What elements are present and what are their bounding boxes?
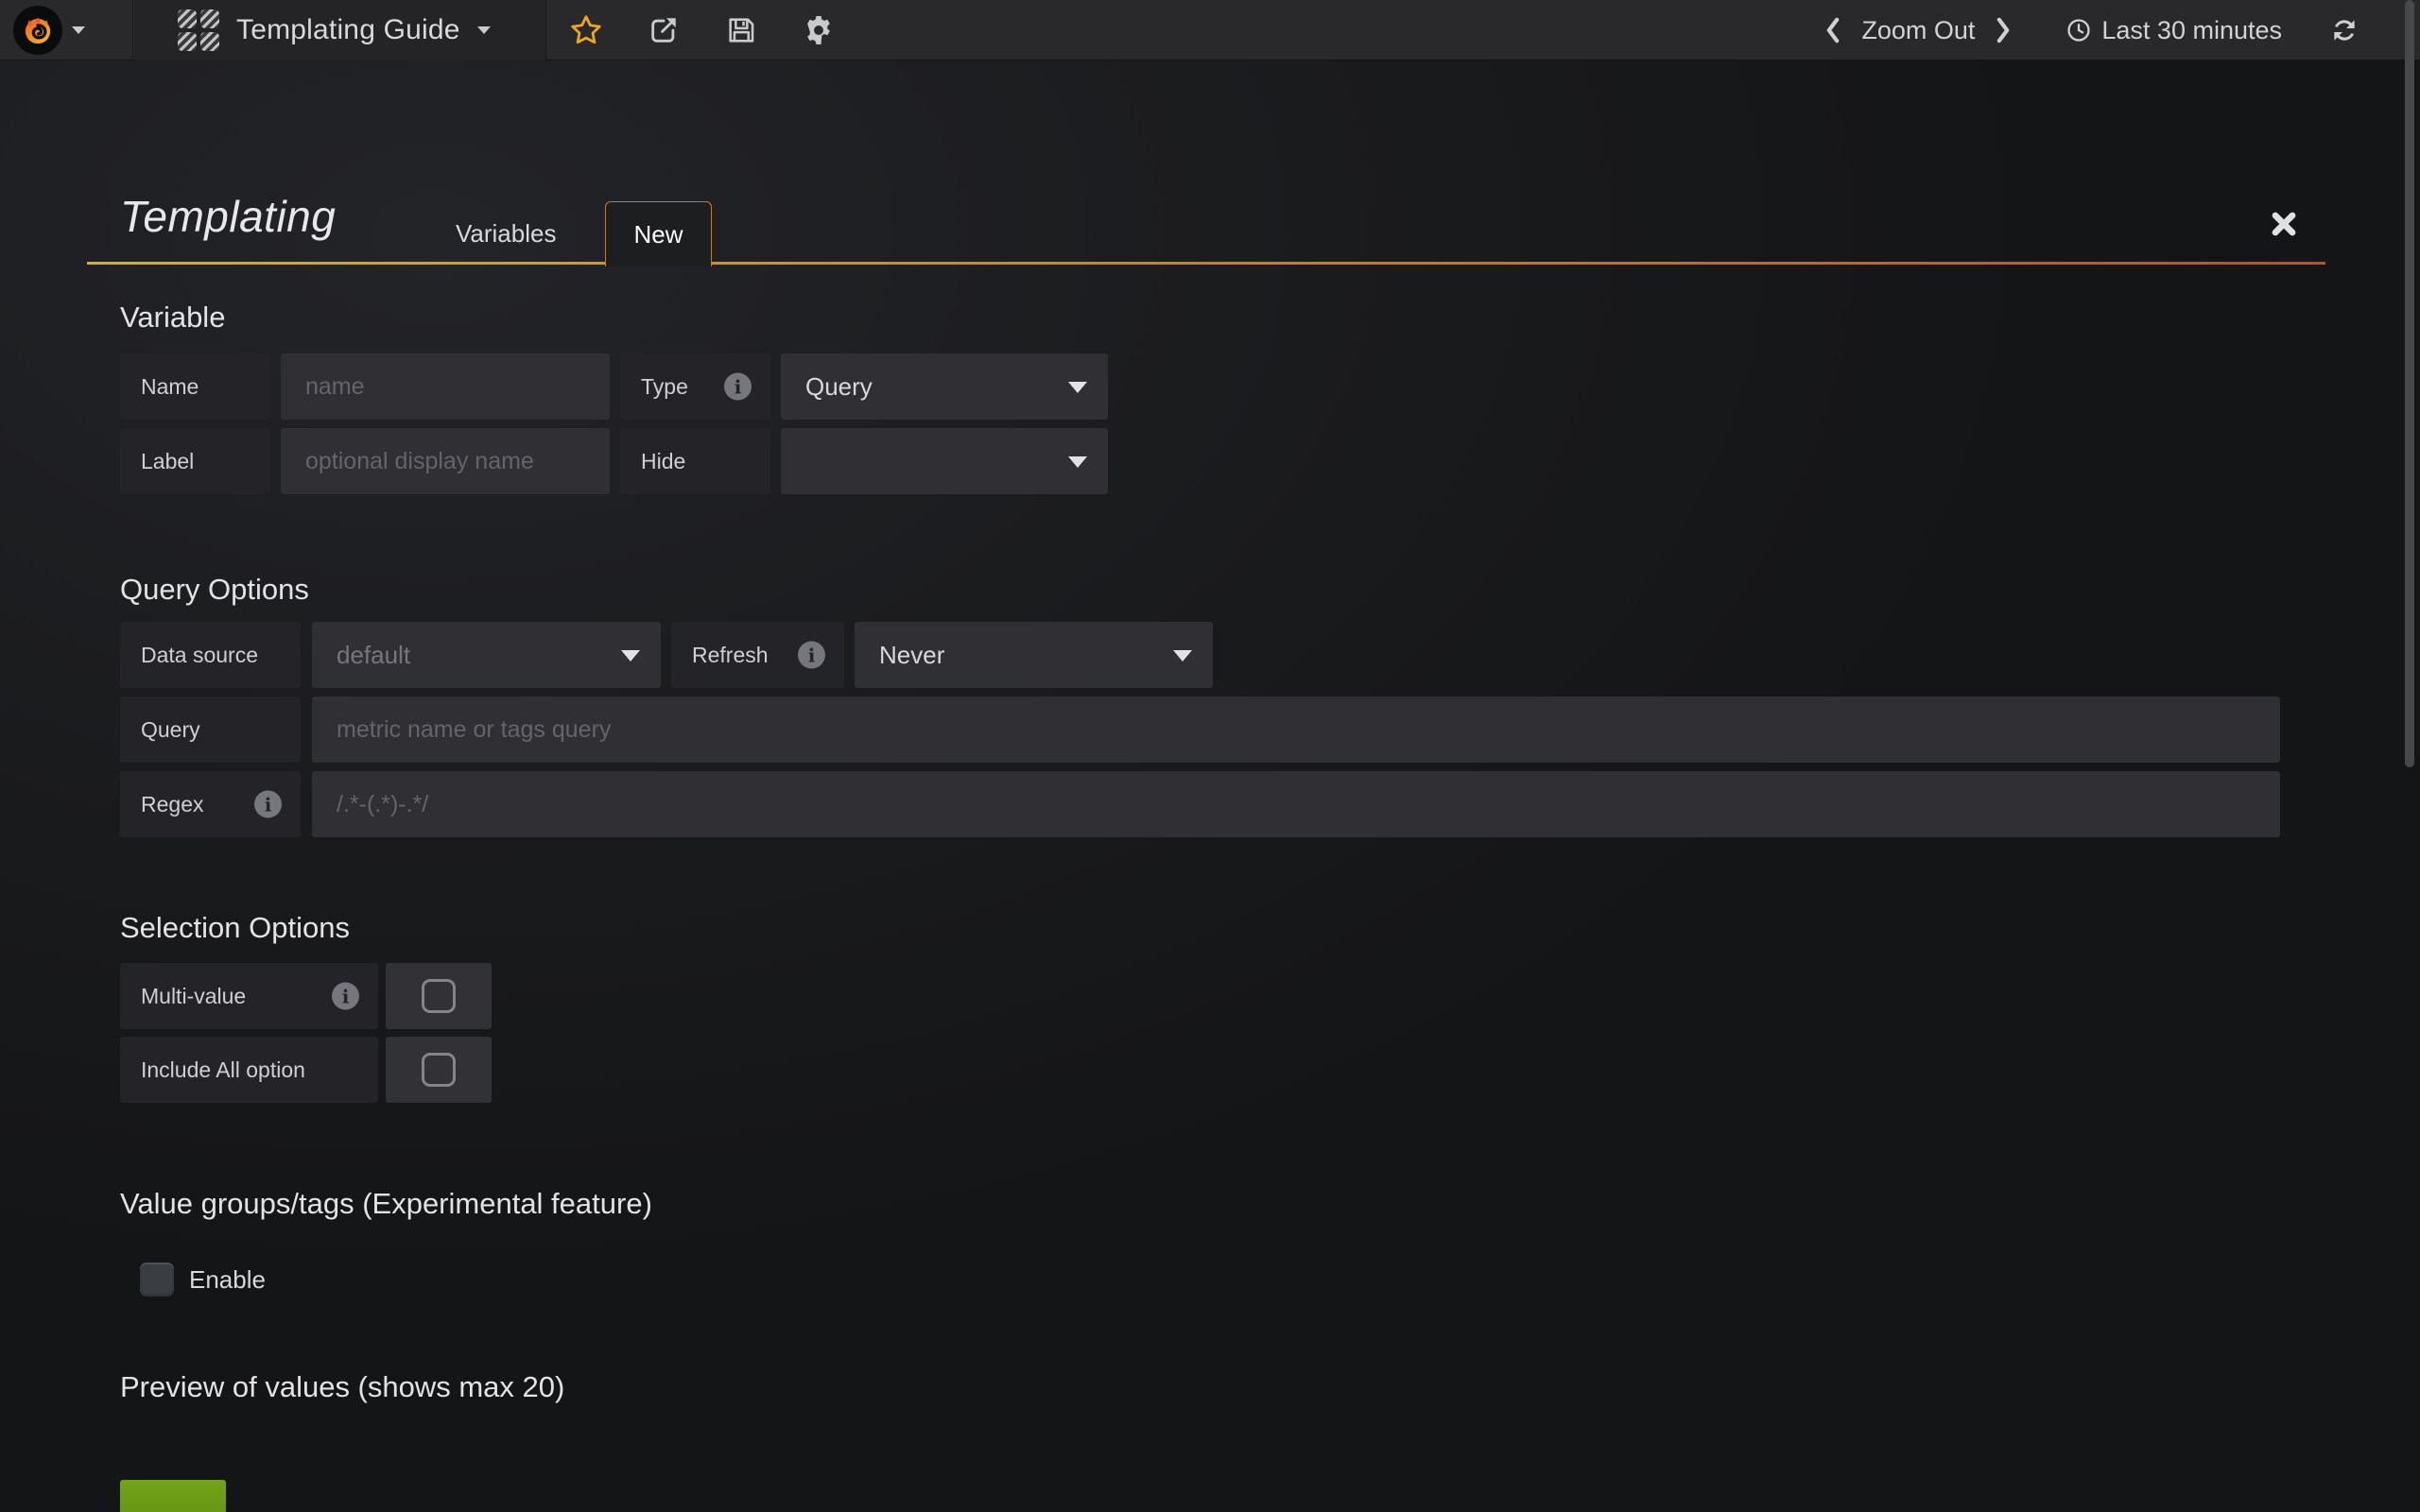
regex-label: Regex i <box>120 771 301 837</box>
refresh-icon <box>2329 15 2360 45</box>
time-forward-button[interactable] <box>1982 8 2024 53</box>
name-input[interactable] <box>281 353 610 420</box>
grafana-menu-button[interactable] <box>0 0 133 60</box>
time-range-label: Last 30 minutes <box>2101 16 2282 45</box>
close-icon <box>2270 210 2298 238</box>
dashboard-actions <box>547 0 857 60</box>
selection-options-heading: Selection Options <box>120 909 350 947</box>
time-range-button[interactable]: Last 30 minutes <box>2066 16 2282 45</box>
time-controls: Zoom Out Last 30 minutes <box>1812 0 2360 60</box>
caret-down-icon <box>1068 456 1087 468</box>
multi-value-label: Multi-value i <box>120 963 378 1029</box>
name-label: Name <box>120 353 270 420</box>
type-select[interactable]: Query <box>781 353 1108 420</box>
zoom-out-button[interactable]: Zoom Out <box>1861 16 1975 45</box>
caret-down-icon <box>621 650 640 662</box>
templating-settings-view: Templating Variables New Variable Name T… <box>0 60 2420 1512</box>
dashboard-grid-icon <box>178 9 219 51</box>
grafana-logo <box>13 6 62 55</box>
refresh-button[interactable] <box>2329 15 2360 45</box>
star-button[interactable] <box>547 0 625 60</box>
settings-button[interactable] <box>780 0 857 60</box>
datasource-label: Data source <box>120 622 301 688</box>
refresh-select[interactable]: Never <box>855 622 1213 688</box>
dashboard-title-button[interactable]: Templating Guide <box>134 0 546 60</box>
datasource-select[interactable]: default <box>312 622 661 688</box>
save-icon <box>725 14 757 46</box>
tab-new[interactable]: New <box>605 201 712 266</box>
query-options-heading: Query Options <box>120 571 309 609</box>
type-info-icon[interactable]: i <box>724 373 752 401</box>
grafana-app: Templating Guide <box>0 0 2420 1512</box>
multi-value-checkbox-container <box>386 963 492 1029</box>
gear-icon <box>802 13 836 47</box>
value-groups-heading: Value groups/tags (Experimental feature) <box>120 1185 652 1223</box>
tabs-underline <box>87 262 2325 265</box>
share-button[interactable] <box>625 0 702 60</box>
include-all-label: Include All option <box>120 1037 378 1103</box>
caret-down-icon <box>1173 650 1192 662</box>
regex-input[interactable] <box>312 771 2280 837</box>
hide-label: Hide <box>620 428 770 494</box>
query-input[interactable] <box>312 696 2280 763</box>
hide-select[interactable] <box>781 428 1108 494</box>
label-input[interactable] <box>281 428 610 494</box>
preview-heading: Preview of values (shows max 20) <box>120 1368 564 1406</box>
refresh-label: Refresh i <box>671 622 844 688</box>
enable-label: Enable <box>189 1263 266 1297</box>
caret-down-icon <box>477 26 491 34</box>
multi-value-checkbox[interactable] <box>422 979 456 1013</box>
variable-section-heading: Variable <box>120 299 225 336</box>
time-back-button[interactable] <box>1812 8 1854 53</box>
share-icon <box>648 14 680 46</box>
top-navbar: Templating Guide <box>0 0 2420 60</box>
include-all-checkbox[interactable] <box>422 1053 456 1087</box>
query-label: Query <box>120 696 301 763</box>
chevron-right-icon <box>1994 17 2013 43</box>
regex-info-icon[interactable]: i <box>254 791 282 818</box>
multi-value-info-icon[interactable]: i <box>332 983 359 1010</box>
dashboard-title: Templating Guide <box>236 14 460 46</box>
enable-checkbox[interactable] <box>140 1263 174 1297</box>
caret-down-icon <box>1068 382 1087 393</box>
scrollbar-thumb[interactable] <box>2405 0 2414 767</box>
star-icon <box>569 13 603 47</box>
label-label: Label <box>120 428 270 494</box>
type-label: Type i <box>620 353 770 420</box>
page-title: Templating <box>120 191 336 242</box>
include-all-checkbox-container <box>386 1037 492 1103</box>
chevron-left-icon <box>1824 17 1842 43</box>
add-button[interactable]: Add <box>120 1480 226 1512</box>
refresh-info-icon[interactable]: i <box>798 642 825 669</box>
clock-icon <box>2066 17 2092 43</box>
caret-down-icon <box>72 26 85 34</box>
close-button[interactable] <box>2265 205 2303 243</box>
save-button[interactable] <box>702 0 780 60</box>
tab-variables[interactable]: Variables <box>431 202 580 265</box>
